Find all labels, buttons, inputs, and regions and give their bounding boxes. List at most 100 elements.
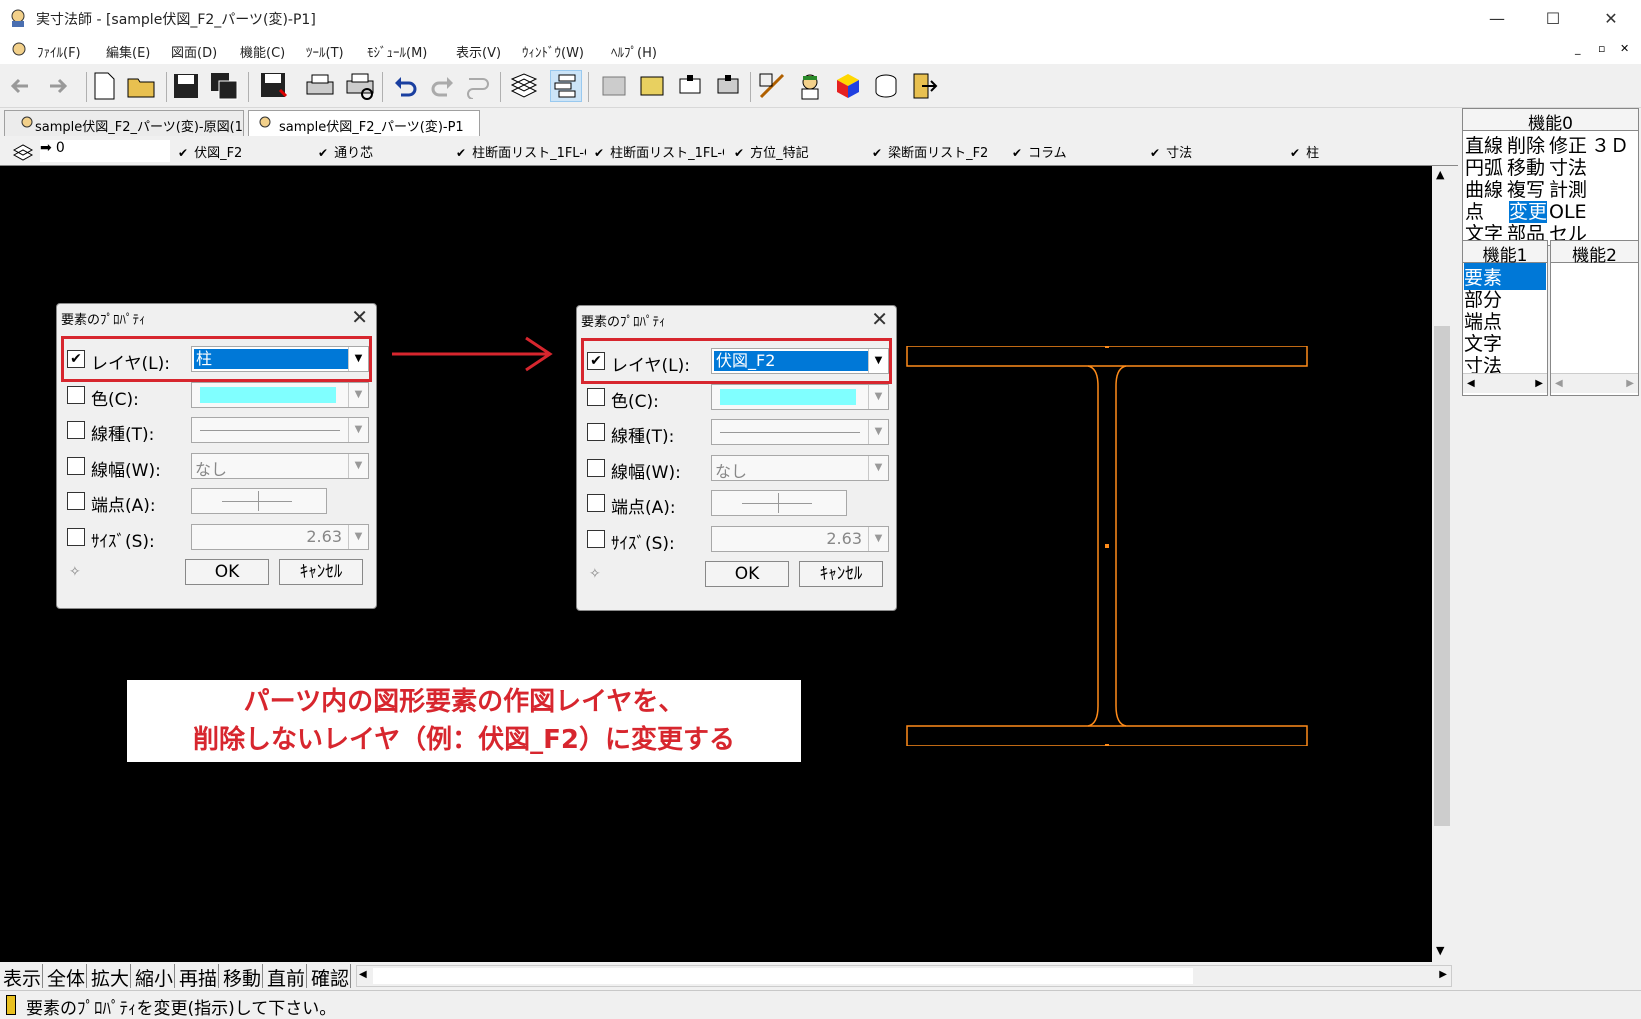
size-dropdown[interactable]: 2.63 ▼ xyxy=(711,526,889,552)
layer-item[interactable]: ✔ 伏図_F2 xyxy=(178,142,242,161)
layer-checkbox[interactable]: ✔ xyxy=(587,352,605,370)
print-icon[interactable] xyxy=(304,70,336,102)
save-icon[interactable] xyxy=(170,70,202,102)
grid-icon[interactable] xyxy=(598,70,630,102)
size-dropdown[interactable]: 2.63 ▼ xyxy=(191,524,369,550)
linewidth-dropdown[interactable]: なし ▼ xyxy=(191,453,369,479)
fit-all-button[interactable]: 全体 xyxy=(46,964,88,990)
print-preview-icon[interactable] xyxy=(344,70,376,102)
measure-icon[interactable] xyxy=(756,70,788,102)
layer-checkbox[interactable]: ✔ xyxy=(67,350,85,368)
pin-icon[interactable]: ✧ xyxy=(589,566,601,582)
dialog-close-icon[interactable]: ✕ xyxy=(871,307,888,331)
layer-item[interactable]: ✔ 柱断面リスト_1FL-C xyxy=(594,142,724,161)
hscroll-thumb[interactable] xyxy=(373,968,1193,984)
3d-tool[interactable]: ３Ｄ xyxy=(1591,135,1629,157)
redo-icon[interactable] xyxy=(426,70,458,102)
color-checkbox[interactable] xyxy=(67,386,85,404)
worker-icon[interactable] xyxy=(794,70,826,102)
chevron-down-icon[interactable]: ▼ xyxy=(348,347,368,371)
tab-original-drawing[interactable]: sample伏図_F2_パーツ(変)-原図(1, xyxy=(4,110,244,136)
menu-tools[interactable]: ﾂｰﾙ(T) xyxy=(306,42,344,61)
layer-list-icon[interactable] xyxy=(12,141,34,161)
frame-icon[interactable] xyxy=(636,70,668,102)
scroll-left-icon[interactable]: ◀ xyxy=(359,969,367,980)
ok-button[interactable]: OK xyxy=(185,559,269,585)
endpoint-checkbox[interactable] xyxy=(587,494,605,512)
close-button[interactable]: ✕ xyxy=(1584,0,1638,38)
layer-item[interactable]: ✔ 通り芯 xyxy=(318,142,373,161)
menu-window[interactable]: ｳｨﾝﾄﾞｳ(W) xyxy=(522,42,584,61)
layer-item[interactable]: ✔ 方位_特記 xyxy=(734,142,809,161)
repeat-icon[interactable] xyxy=(462,70,494,102)
layer-select-icon[interactable] xyxy=(550,70,582,102)
layer-item[interactable]: ✔ 柱断面リスト_1FL-C xyxy=(456,142,586,161)
undo-icon[interactable] xyxy=(390,70,422,102)
linetype-dropdown[interactable]: ▼ xyxy=(711,419,889,445)
dialog-close-icon[interactable]: ✕ xyxy=(351,305,368,329)
layer-icon[interactable] xyxy=(508,70,540,102)
mdi-minimize-icon[interactable]: _ xyxy=(1575,42,1581,55)
scroll-thumb[interactable] xyxy=(1434,326,1450,826)
mdi-close-icon[interactable]: ✕ xyxy=(1620,42,1629,55)
menu-module[interactable]: ﾓｼﾞｭｰﾙ(M) xyxy=(367,42,427,61)
redraw-button[interactable]: 再描 xyxy=(178,964,220,990)
maximize-button[interactable]: ☐ xyxy=(1526,0,1580,38)
scroll-right-icon[interactable]: ▶ xyxy=(1439,969,1447,980)
endpoint-checkbox[interactable] xyxy=(67,492,85,510)
menu-function[interactable]: 機能(C) xyxy=(240,42,285,61)
mdi-restore-icon[interactable]: ▫ xyxy=(1598,42,1605,55)
horizontal-scrollbar[interactable]: ◀ ▶ xyxy=(356,965,1452,987)
pan-button[interactable]: 移動 xyxy=(222,964,264,990)
menu-file[interactable]: ﾌｧｲﾙ(F) xyxy=(37,42,81,61)
new-file-icon[interactable] xyxy=(88,70,120,102)
previous-view-button[interactable]: 直前 xyxy=(266,964,308,990)
color-dropdown[interactable]: ▼ xyxy=(191,382,369,408)
linetype-checkbox[interactable] xyxy=(587,423,605,441)
3d-cube-icon[interactable] xyxy=(832,70,864,102)
size-checkbox[interactable] xyxy=(587,530,605,548)
zoom-in-button[interactable]: 拡大 xyxy=(90,964,132,990)
menu-edit[interactable]: 編集(E) xyxy=(106,42,150,61)
endpoint-selector[interactable] xyxy=(191,488,327,514)
linewidth-dropdown[interactable]: なし ▼ xyxy=(711,455,889,481)
tab-p1-active[interactable]: sample伏図_F2_パーツ(変)-P1 xyxy=(248,110,480,136)
linetype-checkbox[interactable] xyxy=(67,421,85,439)
color-checkbox[interactable] xyxy=(587,388,605,406)
menu-view[interactable]: 表示(V) xyxy=(456,42,501,61)
color-dropdown[interactable]: ▼ xyxy=(711,384,889,410)
zoom-out-button[interactable]: 縮小 xyxy=(134,964,176,990)
scroll-up-icon[interactable]: ▲ xyxy=(1436,168,1444,181)
open-folder-icon[interactable] xyxy=(126,70,158,102)
ok-button[interactable]: OK xyxy=(705,561,789,587)
forward-icon[interactable] xyxy=(42,70,74,102)
confirm-button[interactable]: 確認 xyxy=(310,964,352,990)
display-button[interactable]: 表示 xyxy=(2,964,44,990)
cancel-button[interactable]: ｷｬﾝｾﾙ xyxy=(279,559,363,585)
linetype-dropdown[interactable]: ▼ xyxy=(191,417,369,443)
cylinder-icon[interactable] xyxy=(870,70,902,102)
current-layer[interactable]: ➡ 0 xyxy=(40,140,170,162)
layer-item[interactable]: ✔ 寸法 xyxy=(1150,142,1192,161)
chevron-down-icon[interactable]: ▼ xyxy=(868,349,888,373)
endpoint-selector[interactable] xyxy=(711,490,847,516)
pin-icon[interactable]: ✧ xyxy=(69,564,81,580)
scroll-down-icon[interactable]: ▼ xyxy=(1436,944,1444,957)
layer-item[interactable]: ✔ 柱 xyxy=(1290,142,1319,161)
menu-drawing[interactable]: 図面(D) xyxy=(171,42,217,61)
layer-dropdown[interactable]: 伏図_F2 ▼ xyxy=(711,348,889,374)
cancel-button[interactable]: ｷｬﾝｾﾙ xyxy=(799,561,883,587)
snap-grid-icon[interactable] xyxy=(712,70,744,102)
snap-icon[interactable] xyxy=(674,70,706,102)
linewidth-checkbox[interactable] xyxy=(67,457,85,475)
exit-door-icon[interactable] xyxy=(908,70,940,102)
panel2-hscroll[interactable]: ◀ ▶ xyxy=(1551,373,1638,393)
layer-item[interactable]: ✔ コラム xyxy=(1012,142,1067,161)
layer-item[interactable]: ✔ 梁断面リスト_F2 xyxy=(872,142,988,161)
minimize-button[interactable]: — xyxy=(1470,0,1524,38)
back-icon[interactable] xyxy=(4,70,36,102)
save-as-icon[interactable] xyxy=(258,70,290,102)
panel1-hscroll[interactable]: ◀ ▶ xyxy=(1463,373,1547,393)
save-all-icon[interactable] xyxy=(208,70,240,102)
vertical-scrollbar[interactable]: ▲ ▼ xyxy=(1432,166,1452,962)
